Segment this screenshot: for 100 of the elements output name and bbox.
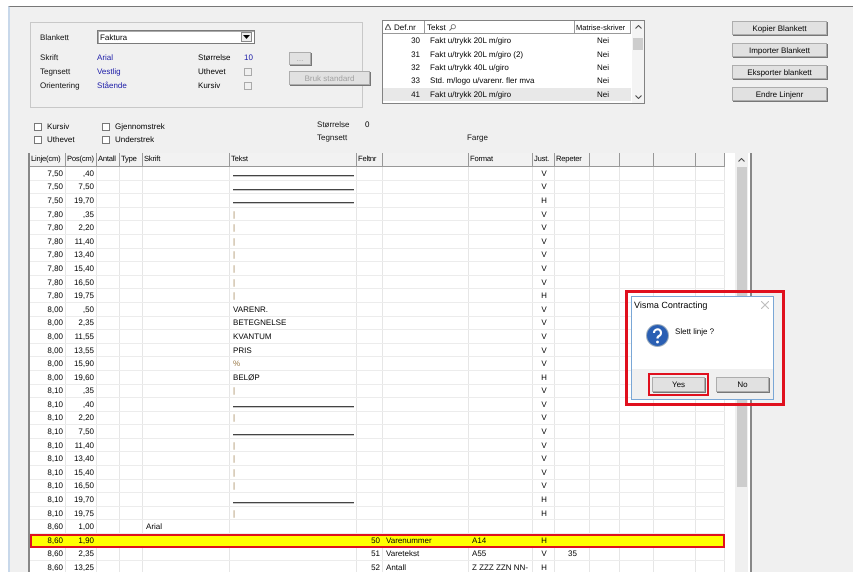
linje-cell: 8,60 [47, 563, 63, 572]
justify-cell: V [541, 413, 547, 422]
linje-cell: 8,10 [47, 508, 63, 518]
text-cell: % [233, 359, 240, 368]
pos-cell: 1,90 [78, 536, 94, 545]
repeat-cell: 35 [568, 549, 577, 558]
linje-cell: 7,50 [47, 168, 63, 178]
justify-cell: V [541, 359, 547, 368]
matrix-printer-value: Nei [596, 50, 610, 59]
property-label: Skrift [40, 53, 60, 62]
pos-cell: ,50 [82, 304, 94, 314]
justify-cell: V [541, 346, 547, 355]
linje-cell: 8,10 [47, 400, 63, 409]
size-label: Størrelse [317, 120, 350, 131]
pos-cell: 1,00 [78, 522, 94, 532]
def-number: 41 [410, 90, 421, 99]
linje-cell: 7,50 [47, 182, 63, 192]
pos-cell: ,35 [82, 210, 94, 219]
pos-cell: 19,70 [74, 196, 94, 205]
text-cell: | [233, 250, 236, 260]
pos-cell: 15,40 [74, 468, 94, 477]
dialog-title: Visma Contracting [634, 300, 708, 310]
text-cell: | [233, 291, 236, 300]
justify-cell: V [541, 440, 547, 450]
linje-cell: 8,10 [47, 413, 63, 422]
linje-cell: 8,00 [47, 346, 63, 355]
justify-cell: V [541, 386, 547, 396]
linje-cell: 7,80 [47, 264, 63, 273]
justify-cell: H [541, 291, 547, 300]
justify-cell: V [541, 318, 547, 328]
linje-cell: 7,50 [47, 196, 63, 205]
linje-cell: 7,80 [47, 236, 63, 246]
justify-cell: V [541, 304, 547, 314]
template-name: Std. m/logo u/varenr. fler mva [429, 76, 536, 86]
text-cell: | [233, 264, 236, 273]
linje-cell: 8,10 [47, 454, 63, 464]
text-cell: | [233, 454, 236, 464]
justify-cell: V [541, 454, 547, 464]
text-cell: | [233, 508, 236, 518]
pos-cell: 13,40 [74, 250, 94, 260]
linje-cell: 8,00 [47, 372, 63, 382]
format-cell: A55 [472, 549, 486, 558]
blankett-label: Blankett [40, 32, 70, 42]
template-name: Fakt u/trykk 40L u/giro [429, 62, 510, 72]
justify-cell: V [541, 168, 547, 178]
linje-cell: 7,80 [47, 278, 63, 287]
pos-cell: 7,50 [78, 427, 94, 436]
property-label: Størrelse [198, 53, 232, 62]
linje-cell: 8,10 [47, 468, 63, 477]
linje-cell: 8,10 [47, 440, 63, 450]
text-cell: | [233, 236, 236, 246]
matrix-printer-value: Nei [596, 36, 610, 46]
justify-cell: H [541, 563, 547, 572]
justify-cell: V [541, 278, 547, 287]
text-cell: | [233, 468, 236, 477]
property-value: 10 [244, 53, 253, 62]
property-value: Stående [97, 81, 128, 90]
property-label: Orientering [40, 81, 81, 90]
property-label: Kursiv [198, 81, 222, 90]
text-cell: KVANTUM [233, 332, 272, 341]
pos-cell: 19,70 [74, 495, 94, 504]
linje-cell: 8,10 [47, 386, 63, 396]
field-number-cell: 51 [371, 549, 380, 558]
field-number-cell: 50 [371, 536, 380, 545]
pos-cell: 19,75 [74, 291, 94, 300]
text-cell: | [233, 223, 236, 232]
template-name: Fakt u/trykk 20L m/giro (2) [429, 50, 524, 59]
linje-cell: 7,80 [47, 210, 63, 219]
text-cell: BETEGNELSE [233, 318, 286, 328]
justify-cell: H [541, 196, 547, 205]
template-name: Fakt u/trykk 20L m/giro [429, 90, 512, 99]
pos-cell: 15,40 [74, 264, 94, 273]
pos-cell: 2,20 [78, 413, 94, 422]
linje-cell: 8,00 [47, 318, 63, 328]
text-cell: PRIS [233, 346, 252, 355]
pos-cell: 2,35 [78, 549, 94, 558]
linje-cell: 8,60 [47, 549, 63, 558]
text-cell: | [233, 278, 236, 287]
pos-cell: 11,40 [74, 440, 94, 450]
size-value: 0 [365, 120, 370, 131]
justify-cell: V [541, 481, 547, 490]
pos-cell: 7,50 [78, 182, 94, 192]
field-number-cell: 52 [371, 563, 380, 572]
justify-cell: V [541, 223, 547, 232]
property-label: Uthevet [198, 67, 227, 76]
justify-cell: H [541, 508, 547, 518]
matrix-printer-value: Nei [596, 90, 610, 99]
text-cell: | [233, 413, 236, 422]
def-number: 33 [410, 76, 421, 86]
linje-cell: 8,00 [47, 304, 63, 314]
justify-cell: V [541, 468, 547, 477]
justify-cell: H [541, 536, 547, 545]
pos-cell: 11,40 [74, 236, 94, 246]
justify-cell: H [541, 372, 547, 382]
def-number: 32 [410, 62, 421, 72]
pos-cell: 16,50 [74, 481, 94, 490]
justify-cell: V [541, 400, 547, 409]
linje-cell: 8,00 [47, 359, 63, 368]
text-cell: VARENR. [233, 304, 268, 314]
charset-label: Tegnsett [317, 133, 348, 144]
